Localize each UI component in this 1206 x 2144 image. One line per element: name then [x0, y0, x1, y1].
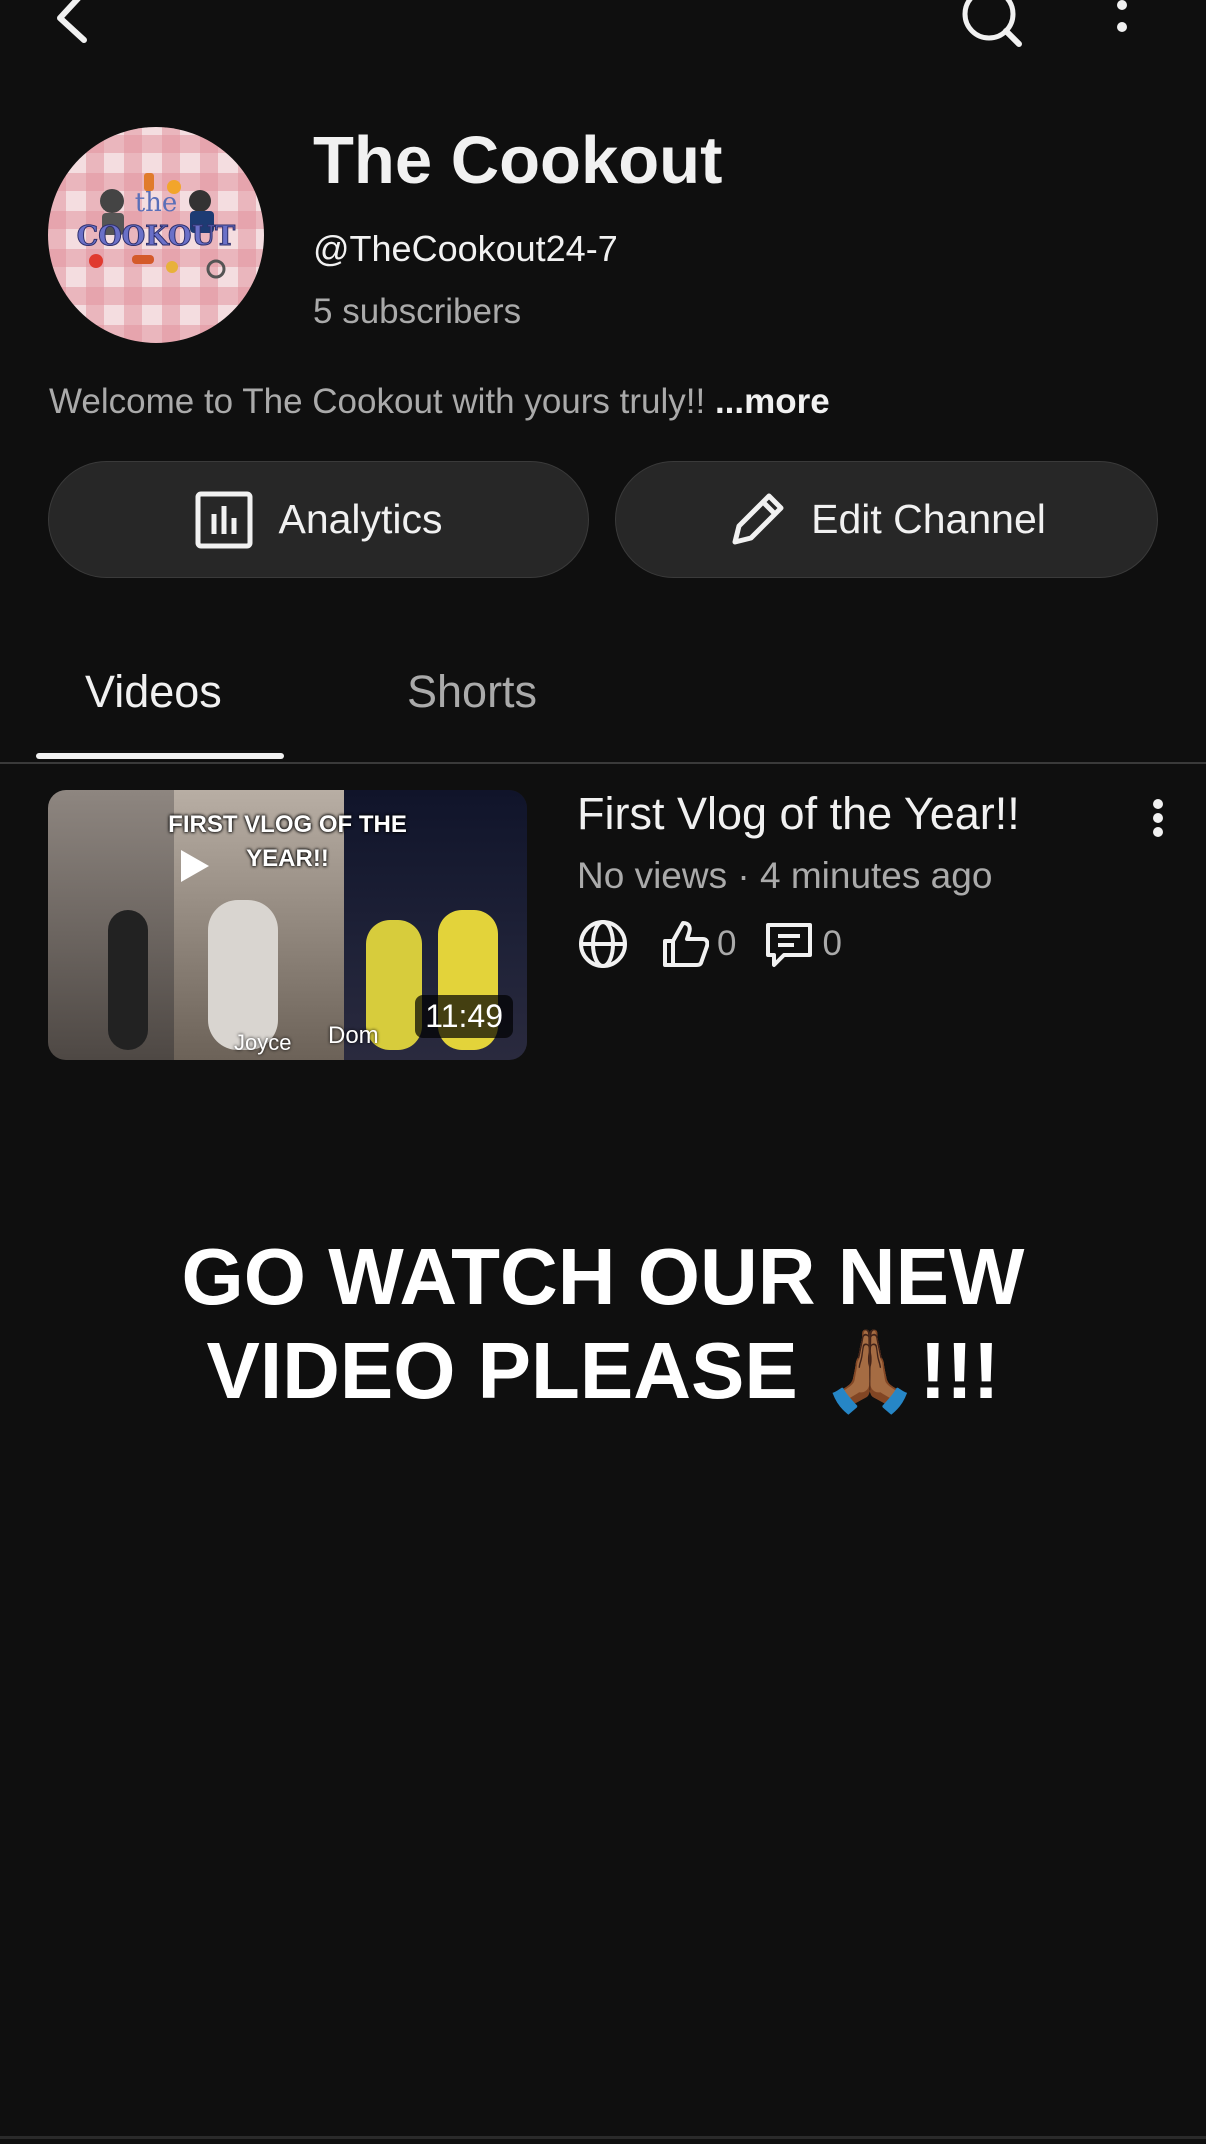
more-options-button[interactable] [1100, 0, 1144, 44]
analytics-icon [195, 491, 253, 548]
channel-avatar[interactable]: the COOKOUT [48, 127, 264, 343]
back-button[interactable] [40, 0, 100, 44]
bottom-divider [0, 2136, 1206, 2139]
tab-videos[interactable]: Videos [85, 666, 222, 718]
more-vertical-icon [1117, 0, 1127, 32]
channel-title: The Cookout [313, 123, 723, 198]
edit-channel-button[interactable]: Edit Channel [615, 461, 1158, 578]
play-icon [181, 850, 209, 882]
tab-shorts[interactable]: Shorts [407, 666, 537, 718]
video-duration: 11:49 [415, 995, 513, 1038]
promo-line-1: GO WATCH OUR NEW [181, 1232, 1025, 1321]
analytics-label: Analytics [278, 496, 443, 542]
more-vertical-icon [1153, 799, 1163, 837]
svg-text:COOKOUT: COOKOUT [77, 221, 235, 252]
promo-line-2: VIDEO PLEASE 🙏🏾!!! [206, 1326, 1000, 1415]
comment-icon [766, 923, 813, 967]
promo-text: GO WATCH OUR NEW VIDEO PLEASE 🙏🏾!!! [0, 1230, 1206, 1418]
active-tab-indicator [36, 753, 284, 759]
thumbs-up-icon [663, 921, 709, 967]
thumbnail-name-label: Dom [328, 1022, 379, 1049]
channel-handle: @TheCookout24-7 [313, 228, 618, 269]
like-count: 0 [717, 924, 737, 963]
search-button[interactable] [955, 0, 1025, 48]
chevron-left-icon [57, 0, 87, 43]
cookout-logo: the COOKOUT [76, 173, 236, 279]
tab-divider [0, 762, 1206, 764]
more-link[interactable]: ...more [715, 382, 830, 421]
pencil-icon [732, 493, 784, 544]
thumbnail-figure [108, 910, 148, 1050]
svg-text:the: the [135, 188, 178, 218]
video-menu-button[interactable] [1140, 794, 1176, 842]
video-title[interactable]: First Vlog of the Year!! [577, 788, 1020, 840]
video-meta: No views · 4 minutes ago [577, 855, 993, 896]
subscriber-count: 5 subscribers [313, 292, 522, 331]
globe-icon [579, 920, 627, 968]
search-icon [962, 0, 1022, 47]
thumbnail-caption: FIRST VLOG OF THE YEAR!! [168, 811, 407, 872]
video-stats: 0 0 [577, 918, 842, 970]
thumbnail-name-label: Joyce [234, 1030, 292, 1055]
video-thumbnail[interactable]: FIRST VLOG OF THE YEAR!! Joyce Dom 11:49 [48, 790, 527, 1060]
description-text: Welcome to The Cookout with yours truly!… [49, 382, 706, 421]
channel-description[interactable]: Welcome to The Cookout with yours truly!… [49, 382, 830, 422]
analytics-button[interactable]: Analytics [48, 461, 589, 578]
edit-channel-label: Edit Channel [811, 496, 1046, 542]
comment-count: 0 [822, 924, 842, 963]
thumbnail-figure [208, 900, 278, 1050]
